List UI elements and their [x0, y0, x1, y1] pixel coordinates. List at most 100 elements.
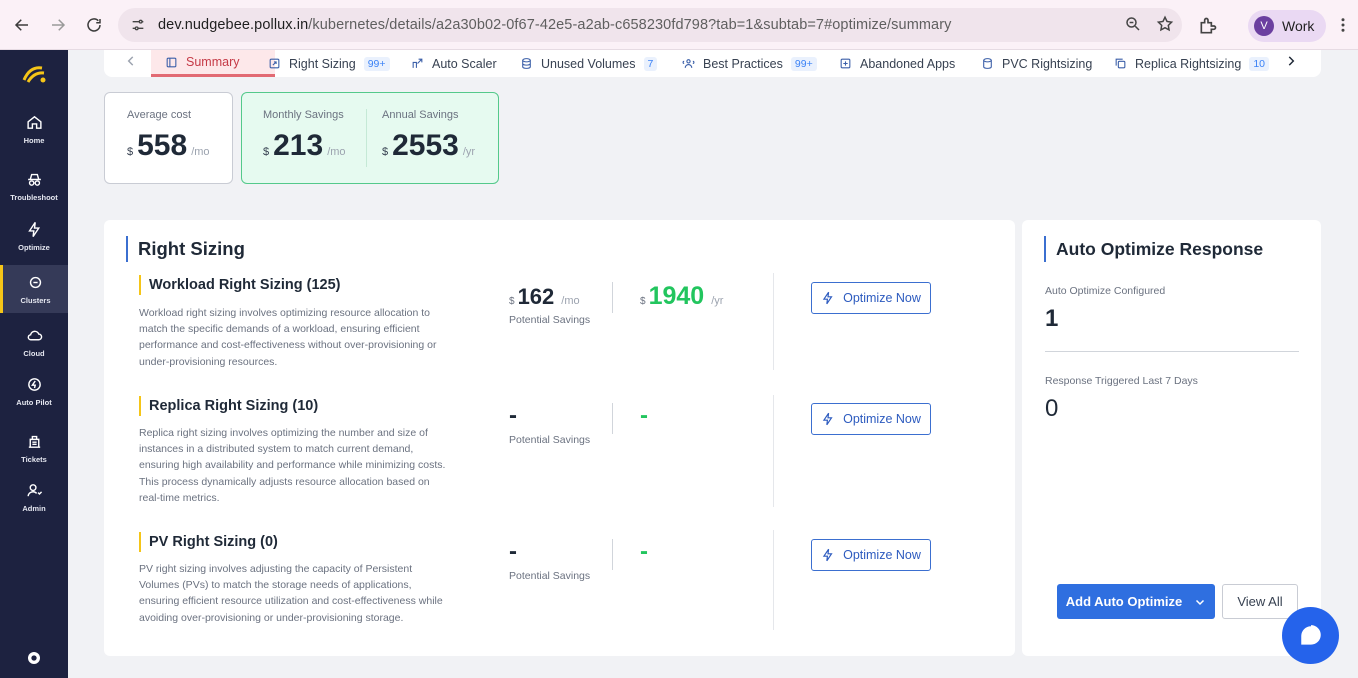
annual-potential-savings: $ 1940 /yr: [640, 282, 723, 311]
bolt-icon: [27, 221, 40, 237]
currency-symbol: $: [382, 146, 389, 158]
arrow-right-icon: [52, 19, 66, 31]
tab-label: Best Practices: [703, 56, 783, 71]
back-button[interactable]: [4, 7, 40, 43]
sidebar-item-label: Tickets: [21, 454, 47, 464]
url-text: dev.nudgebee.pollux.in/kubernetes/detail…: [158, 17, 952, 33]
divider: [773, 530, 774, 630]
right-sizing-panel: Right Sizing Workload Right Sizing (125)…: [104, 220, 1015, 656]
address-bar[interactable]: dev.nudgebee.pollux.in/kubernetes/detail…: [118, 8, 1182, 42]
savings-value: -: [509, 402, 517, 429]
sidebar-item-label: Optimize: [18, 242, 50, 252]
tab-badge: 99+: [363, 56, 390, 71]
resize-icon: [269, 58, 280, 69]
bee-logo-icon[interactable]: [20, 60, 48, 88]
bolt-icon: [822, 291, 833, 305]
divider: [612, 282, 613, 313]
savings-value: 162: [517, 284, 555, 309]
sidebar-item-clusters[interactable]: Clusters: [0, 265, 68, 313]
tab-label: Abandoned Apps: [860, 56, 956, 71]
row-description: Workload right sizing involves optimizin…: [139, 307, 437, 368]
monthly-potential-savings: - Potential Savings: [509, 402, 590, 446]
potential-savings-label: Potential Savings: [509, 570, 591, 582]
annual-potential-savings: -: [640, 538, 648, 566]
tab-abandoned-apps[interactable]: Abandoned Apps: [833, 50, 961, 77]
bookmark-star-icon[interactable]: [1156, 15, 1174, 33]
site-settings-icon[interactable]: [130, 17, 146, 33]
tab-summary[interactable]: Summary: [151, 50, 275, 77]
divider: [612, 403, 613, 434]
tab-badge: 10: [1249, 56, 1269, 71]
monthly-savings-number: 213: [273, 129, 324, 162]
summary-icon: [166, 57, 177, 67]
chat-button[interactable]: [1282, 607, 1339, 664]
app-plus-icon: [840, 58, 851, 69]
profile-label: Work: [1282, 18, 1315, 34]
bolt-icon: [822, 548, 833, 562]
tab-pvc-rightsizing[interactable]: PVC Rightsizing: [975, 50, 1098, 77]
cloud-icon: [27, 330, 42, 340]
savings-card: Monthly Savings $ 213 /mo Annual Savings…: [241, 92, 499, 184]
unit-label: /yr: [711, 295, 724, 307]
optimize-now-button[interactable]: Optimize Now: [811, 539, 931, 571]
auto-optimize-panel: Auto Optimize Response Auto Optimize Con…: [1022, 220, 1321, 656]
unit-label: /mo: [561, 295, 580, 307]
potential-savings-label: Potential Savings: [509, 314, 591, 326]
sidebar-item-home[interactable]: Home: [0, 105, 68, 153]
sidebar-item-cloud[interactable]: Cloud: [0, 318, 68, 366]
unit-label: /mo: [191, 146, 210, 158]
url-host: dev.nudgebee.pollux.in: [158, 17, 309, 33]
sidebar-item-admin[interactable]: Admin: [0, 473, 68, 521]
tab-unused-volumes[interactable]: Unused Volumes 7: [514, 50, 663, 77]
tickets-icon: [28, 435, 40, 448]
divider: [612, 539, 613, 570]
savings-value: -: [640, 402, 648, 429]
cluster-icon: [29, 276, 42, 288]
savings-value: -: [640, 538, 648, 565]
tab-auto-scaler[interactable]: Auto Scaler: [405, 50, 503, 77]
monthly-savings-value: $ 213 /mo: [263, 129, 346, 163]
add-auto-optimize-button[interactable]: Add Auto Optimize: [1057, 584, 1215, 619]
sidebar-item-auto-pilot[interactable]: Auto Pilot: [0, 367, 68, 415]
optimize-now-button[interactable]: Optimize Now: [811, 282, 931, 314]
divider: [366, 109, 367, 167]
tab-replica-rightsizing[interactable]: Replica Rightsizing 10: [1108, 50, 1275, 77]
view-all-button[interactable]: View All: [1222, 584, 1298, 619]
divider: [773, 395, 774, 507]
currency-symbol: $: [263, 146, 270, 158]
team-icon: [682, 59, 695, 68]
sidebar-item-label: Troubleshoot: [10, 192, 58, 202]
sidebar-item-label: Admin: [22, 503, 46, 513]
chevron-right-icon[interactable]: [1284, 54, 1298, 68]
panel-title: Auto Optimize Response: [1044, 236, 1263, 262]
button-label: Optimize Now: [843, 548, 921, 562]
annual-potential-savings: -: [640, 402, 648, 430]
optimize-now-button[interactable]: Optimize Now: [811, 403, 931, 435]
sidebar: Home Troubleshoot Optimize Clusters Clou…: [0, 50, 68, 678]
profile-button[interactable]: V Work: [1248, 10, 1327, 42]
extensions-icon[interactable]: [1198, 16, 1218, 36]
browser-toolbar: dev.nudgebee.pollux.in/kubernetes/detail…: [0, 0, 1358, 50]
button-label: Optimize Now: [843, 291, 921, 305]
triggered-value: 0: [1045, 395, 1059, 422]
tab-right-sizing[interactable]: Right Sizing 99+: [262, 50, 396, 77]
tab-label: Summary: [186, 55, 240, 69]
sidebar-item-troubleshoot[interactable]: Troubleshoot: [0, 162, 68, 210]
chevron-left-icon[interactable]: [124, 54, 138, 68]
tab-label: Unused Volumes: [541, 56, 636, 71]
more-menu-icon[interactable]: [1334, 16, 1352, 34]
forward-button[interactable]: [40, 7, 76, 43]
zoom-icon[interactable]: [1124, 15, 1142, 33]
tab-best-practices[interactable]: Best Practices 99+: [676, 50, 823, 77]
reload-button[interactable]: [76, 7, 112, 43]
sidebar-item-tickets[interactable]: Tickets: [0, 424, 68, 472]
button-label: Add Auto Optimize: [1065, 594, 1183, 609]
reload-icon: [87, 18, 101, 32]
scaler-icon: [412, 58, 423, 68]
sidebar-item-label: Auto Pilot: [16, 397, 52, 407]
sidebar-item-optimize[interactable]: Optimize: [0, 212, 68, 260]
average-cost-number: 558: [137, 129, 188, 162]
arrow-left-icon: [14, 19, 28, 31]
support-icon[interactable]: [26, 650, 42, 666]
admin-icon: [26, 483, 42, 496]
